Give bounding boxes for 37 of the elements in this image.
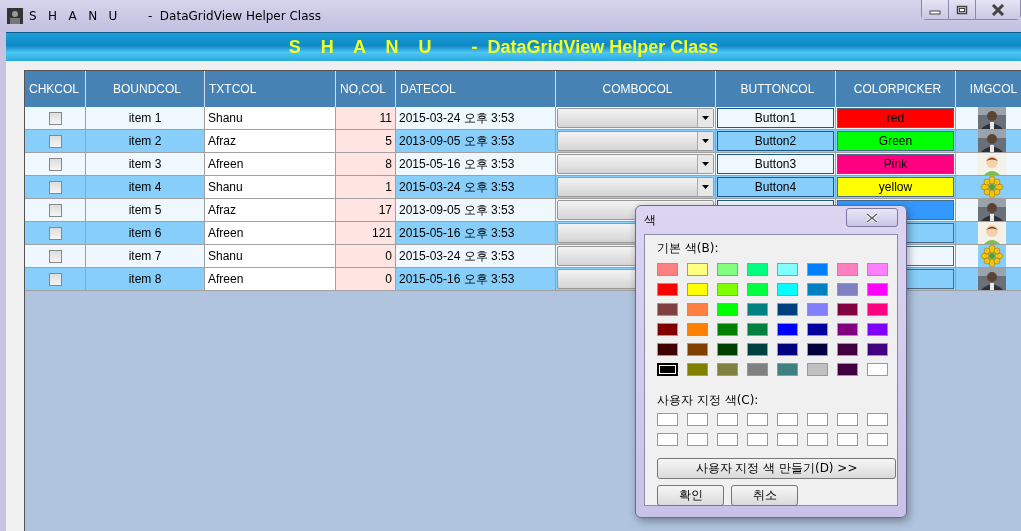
table-cell: item 5 (86, 199, 205, 222)
window-title: S H A N U - DataGridView Helper Class (29, 9, 322, 23)
section-label: 기본 색(B): (657, 240, 720, 257)
table-cell: item 7 (86, 245, 205, 268)
table-cell: 2013-09-05 오후 3:53 (396, 199, 556, 222)
dialog-title: 색 (644, 211, 656, 229)
table-cell: Shanu (205, 107, 336, 130)
table-cell: 11 (336, 107, 396, 130)
table-cell: Afreen (205, 268, 336, 291)
table-cell: Shanu (205, 245, 336, 268)
table-cell: 2015-05-16 오후 3:53 (396, 222, 556, 245)
table-cell: item 6 (86, 222, 205, 245)
table-cell: 2015-03-24 오후 3:53 (396, 245, 556, 268)
table-cell: 0 (336, 245, 396, 268)
table-cell: Afreen (205, 222, 336, 245)
table-cell: 5 (336, 130, 396, 153)
table-cell: Shanu (205, 176, 336, 199)
table-cell: item 1 (86, 107, 205, 130)
table-cell: item 8 (86, 268, 205, 291)
table-cell: 1 (336, 176, 396, 199)
table-cell: item 4 (86, 176, 205, 199)
table-cell: 2013-09-05 오후 3:53 (396, 130, 556, 153)
table-cell: 2015-03-24 오후 3:53 (396, 107, 556, 130)
section-label: 사용자 지정 색(C): (657, 392, 760, 409)
table-cell: 0 (336, 268, 396, 291)
table-cell: 2015-03-24 오후 3:53 (396, 176, 556, 199)
table-cell: 8 (336, 153, 396, 176)
table-cell: Afreen (205, 153, 336, 176)
table-cell: 121 (336, 222, 396, 245)
table-cell: 2015-05-16 오후 3:53 (396, 268, 556, 291)
table-cell: Afraz (205, 199, 336, 222)
table-cell: 2015-05-16 오후 3:53 (396, 153, 556, 176)
table-cell: 17 (336, 199, 396, 222)
banner: S H A N U - DataGridView Helper Class (6, 32, 1021, 61)
table-cell: item 3 (86, 153, 205, 176)
table-cell: Afraz (205, 130, 336, 153)
table-cell: item 2 (86, 130, 205, 153)
